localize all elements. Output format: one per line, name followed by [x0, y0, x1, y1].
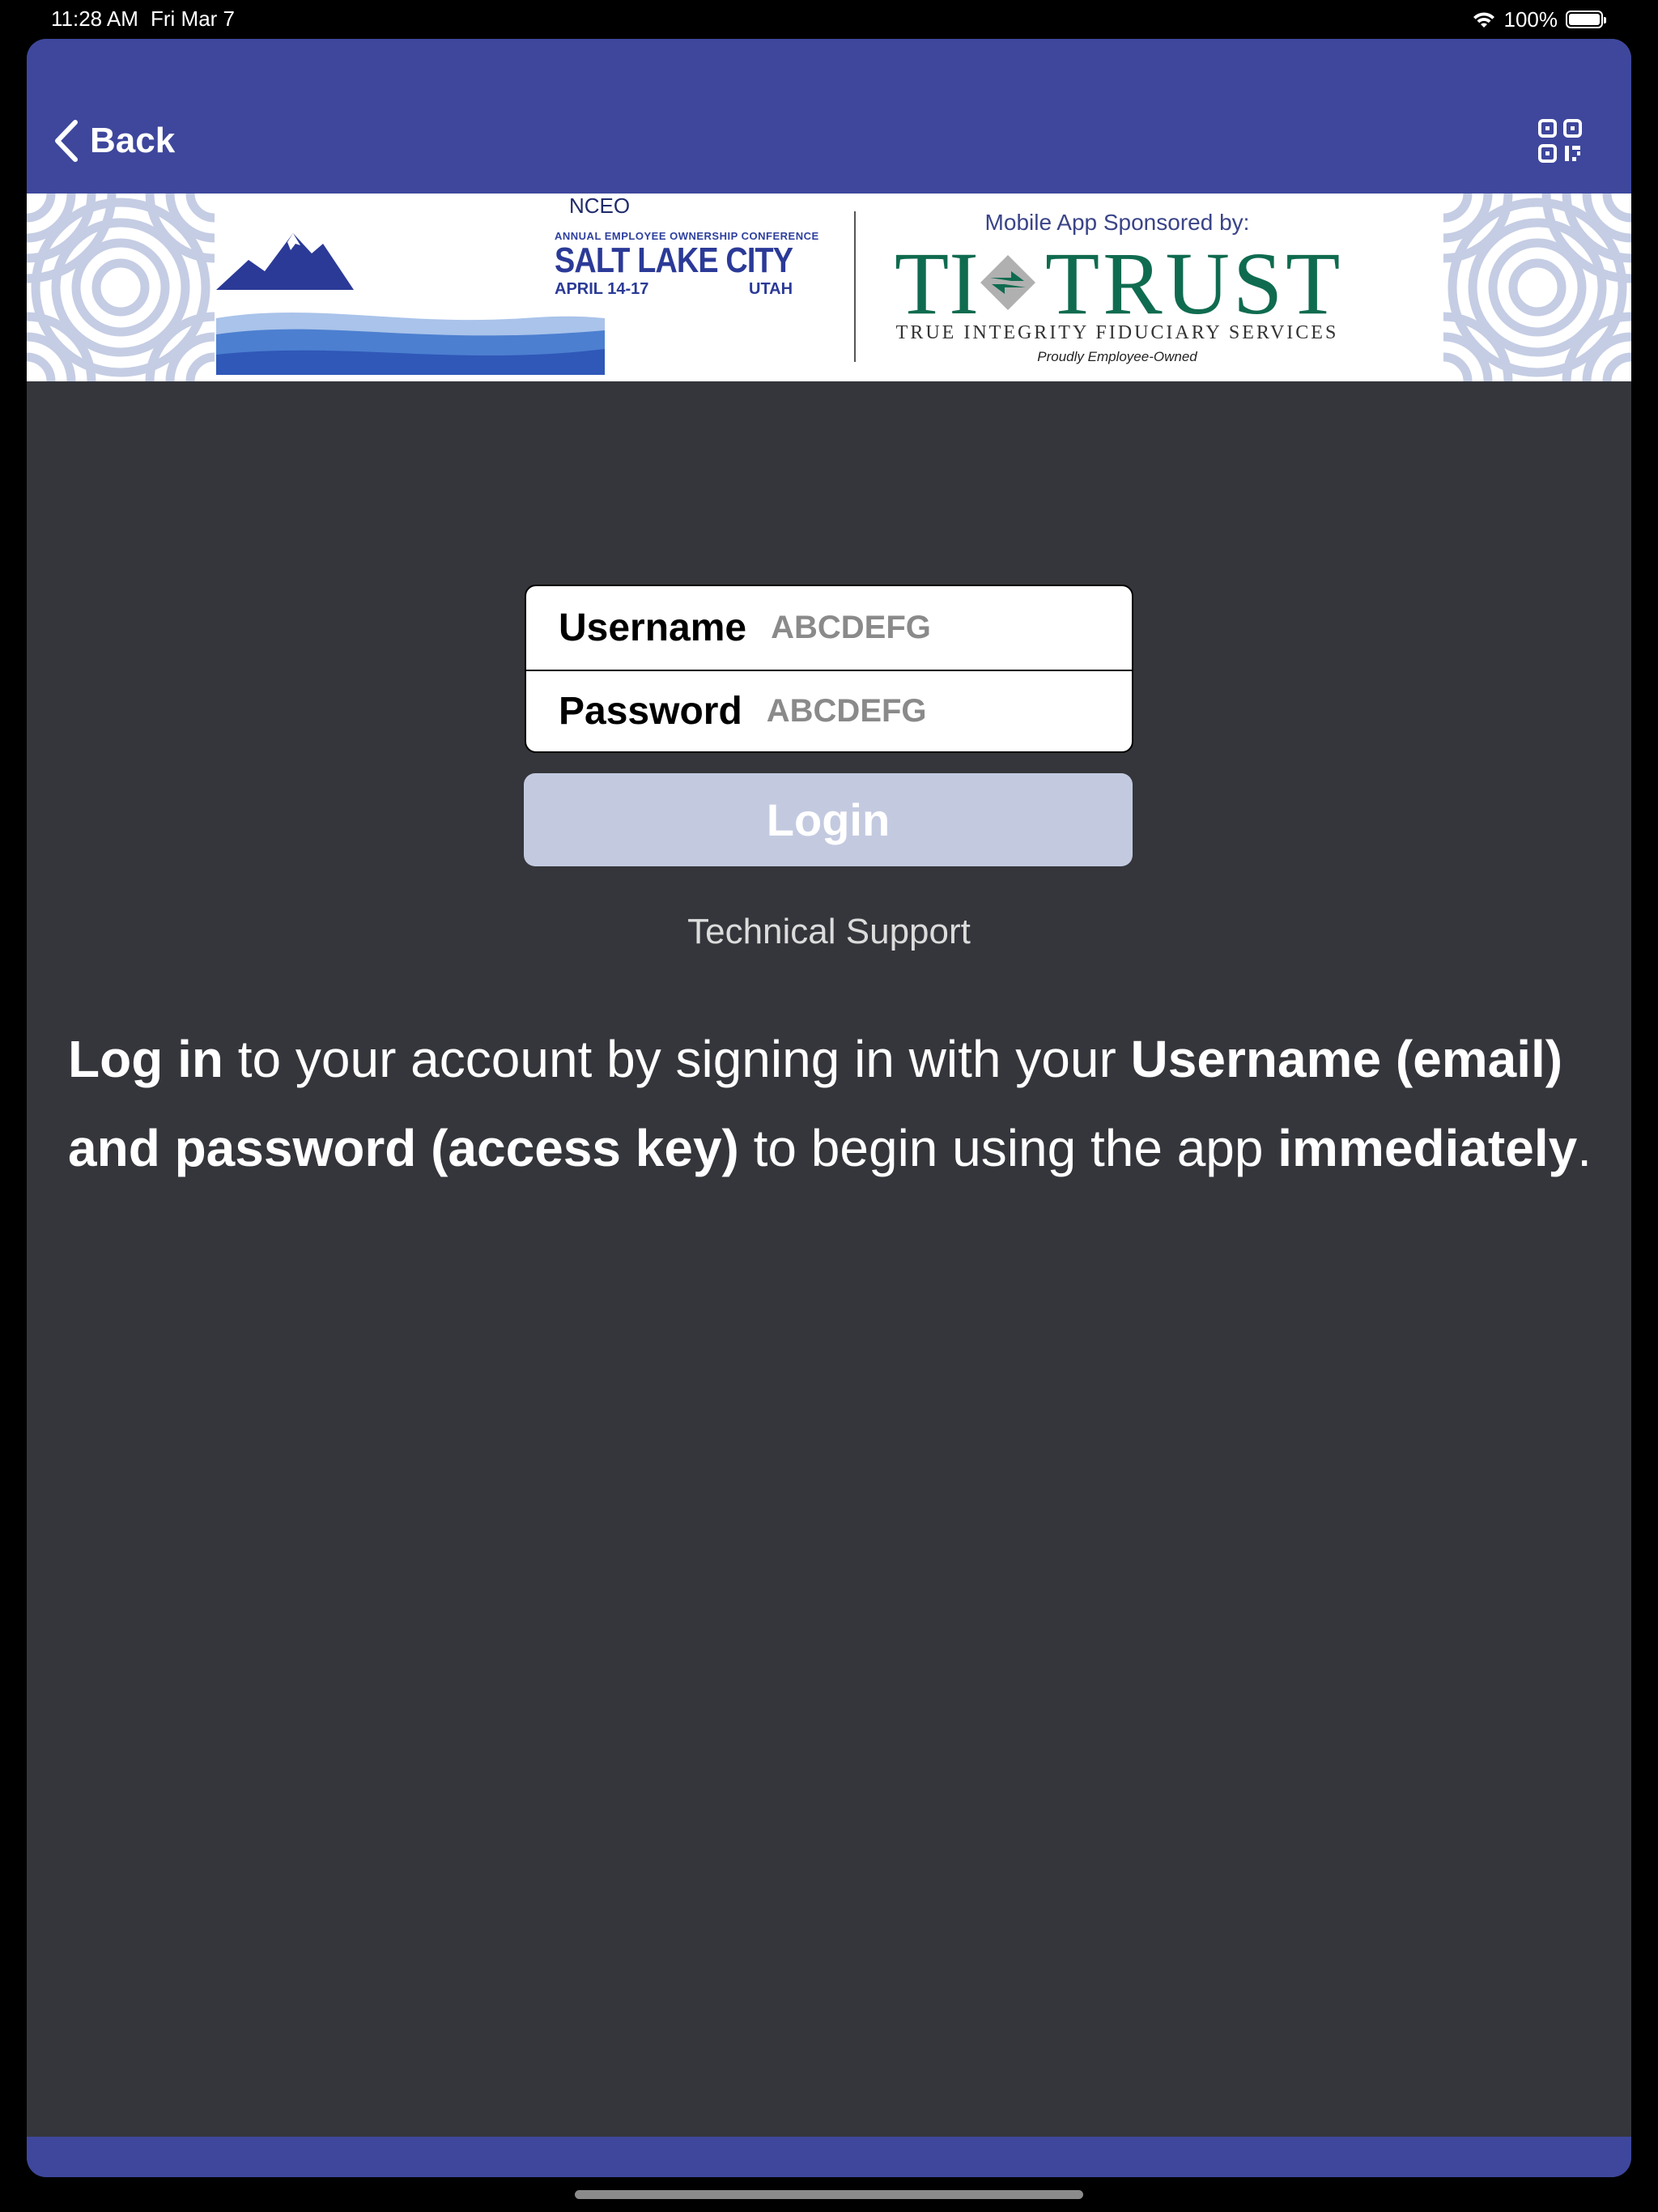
- back-label: Back: [90, 121, 176, 160]
- conference-state: UTAH: [749, 280, 793, 298]
- qr-code-icon[interactable]: [1537, 118, 1583, 164]
- conference-org: NCEO: [569, 194, 631, 218]
- back-button[interactable]: Back: [53, 118, 175, 164]
- sponsor-name-left: TI: [895, 234, 979, 333]
- sponsor-logo: TI TRUST: [895, 239, 1340, 328]
- wifi-icon: [1473, 12, 1494, 28]
- home-indicator[interactable]: [575, 2190, 1083, 2199]
- login-instructions: Log in to your account by signing in wit…: [68, 1015, 1606, 1193]
- arrows-diamond-icon: [980, 255, 1035, 310]
- instructions-text-2: to begin using the app: [738, 1119, 1278, 1177]
- login-button[interactable]: Login: [524, 773, 1133, 866]
- password-label: Password: [559, 690, 742, 733]
- username-input[interactable]: [771, 599, 1132, 657]
- wave-pattern-left: [27, 194, 215, 381]
- banner-divider: [854, 211, 856, 362]
- sponsor-banner: NCEO ANNUAL EMPLOYEE OWNERSHIP CONFERENC…: [27, 194, 1631, 381]
- username-row: Username: [526, 586, 1132, 671]
- banner-content: NCEO ANNUAL EMPLOYEE OWNERSHIP CONFERENC…: [215, 194, 1443, 381]
- sponsor-tagline: TRUE INTEGRITY FIDUCIARY SERVICES: [895, 322, 1339, 343]
- sponsor-name-right: TRUST: [1045, 234, 1344, 333]
- wave-pattern-right: [1443, 194, 1631, 381]
- status-time: 11:28 AM: [51, 6, 138, 31]
- password-input[interactable]: [766, 683, 1132, 740]
- app-window: Back NCEO ANNUAL EMPLOYEE OWNERSHIP CONF…: [27, 39, 1631, 2177]
- bottom-bar: [27, 2137, 1631, 2177]
- instructions-text-3: .: [1577, 1119, 1592, 1177]
- username-label: Username: [559, 606, 747, 649]
- status-date: Fri Mar 7: [151, 6, 235, 31]
- battery-percent: 100%: [1503, 6, 1558, 32]
- login-form: Username Password: [525, 585, 1133, 753]
- instructions-bold-1: Log in: [68, 1030, 223, 1088]
- conference-city: SALT LAKE CITY: [555, 240, 793, 280]
- password-row: Password: [526, 670, 1132, 751]
- instructions-text-1: to your account by signing in with your: [223, 1030, 1131, 1088]
- battery-icon: [1566, 11, 1606, 28]
- status-indicators: 100%: [1472, 6, 1606, 32]
- status-bar: 11:28 AM Fri Mar 7 100%: [0, 0, 1658, 39]
- nav-bar: Back: [27, 39, 1631, 194]
- technical-support-link[interactable]: Technical Support: [27, 912, 1631, 952]
- instructions-bold-3: immediately: [1278, 1119, 1578, 1177]
- conference-dates: APRIL 14-17: [555, 280, 649, 298]
- sponsor-subtag: Proudly Employee-Owned: [1037, 349, 1197, 364]
- sponsor-label: Mobile App Sponsored by:: [984, 210, 1250, 235]
- chevron-left-icon: [55, 120, 78, 162]
